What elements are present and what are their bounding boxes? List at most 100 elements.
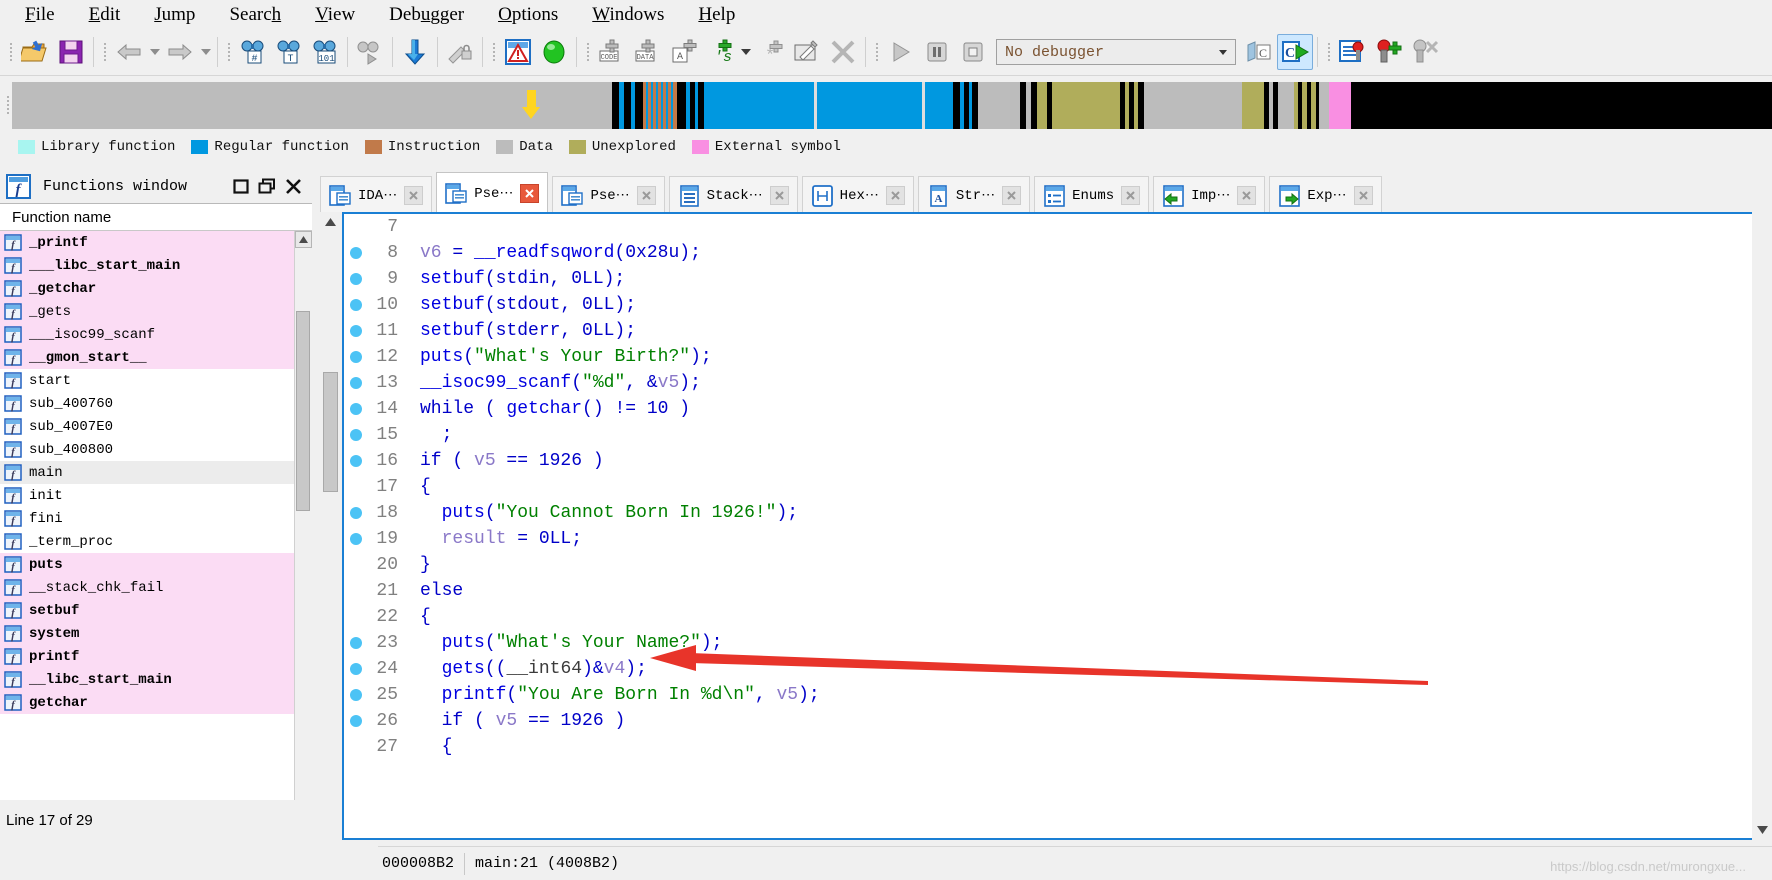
tab-close-icon[interactable] xyxy=(520,184,540,203)
pseudocode-gutter-row[interactable]: 26 xyxy=(344,708,406,734)
breakpoint-dot-icon[interactable] xyxy=(350,507,362,519)
pseudocode-line[interactable] xyxy=(406,214,1752,240)
pseudocode-gutter-row[interactable]: 19 xyxy=(344,526,406,552)
function-list-item[interactable]: f ___libc_start_main xyxy=(0,254,294,277)
breakpoint-dot-icon[interactable] xyxy=(350,637,362,649)
breakpoint-dot-icon[interactable] xyxy=(350,377,362,389)
function-list-item[interactable]: f fini xyxy=(0,507,294,530)
pseudocode-gutter-row[interactable]: 9 xyxy=(344,266,406,292)
scroll-up-icon[interactable] xyxy=(320,212,340,232)
pseudocode-gutter-row[interactable]: 14 xyxy=(344,396,406,422)
green-circle-icon[interactable] xyxy=(536,34,572,70)
debugger-select[interactable]: No debugger xyxy=(996,39,1236,65)
pseudocode-gutter-row[interactable]: 25 xyxy=(344,682,406,708)
tab-close-icon[interactable] xyxy=(1353,186,1373,205)
breakpoint-dot-icon[interactable] xyxy=(350,455,362,467)
function-list-item[interactable]: f __gmon_start__ xyxy=(0,346,294,369)
function-list-item[interactable]: f start xyxy=(0,369,294,392)
menu-item-file[interactable]: File xyxy=(8,2,72,28)
breakpoint-dot-icon[interactable] xyxy=(350,299,362,311)
pseudocode-line[interactable]: else xyxy=(406,578,1752,604)
pseudocode-line[interactable]: ; xyxy=(406,422,1752,448)
make-code-icon[interactable]: CODE xyxy=(594,34,630,70)
navigator-band[interactable] xyxy=(12,81,1772,129)
pseudocode-gutter-row[interactable]: 11 xyxy=(344,318,406,344)
pseudocode-gutter-row[interactable]: 10 xyxy=(344,292,406,318)
function-list-item[interactable]: f setbuf xyxy=(0,599,294,622)
pseudocode-line[interactable]: } xyxy=(406,552,1752,578)
navigate-back-dropdown[interactable] xyxy=(147,35,162,69)
pseudocode-text-area[interactable]: 7 8 9 10 11 12 13 14 15 16 17 18 19 20 21 22 23 24 25 26 27 … xyxy=(342,212,1752,840)
pause-button[interactable] xyxy=(919,34,955,70)
decompile-c-icon[interactable]: C xyxy=(1241,34,1277,70)
pseudocode-gutter-row[interactable]: 18 xyxy=(344,500,406,526)
pseudocode-line[interactable]: v6 = __readfsqword(0x28u); xyxy=(406,240,1752,266)
scroll-down-icon[interactable] xyxy=(1752,820,1772,840)
breakpoint-dot-icon[interactable] xyxy=(350,715,362,727)
pseudocode-line[interactable]: puts("What's Your Name?"); xyxy=(406,630,1752,656)
menu-item-search[interactable]: Search xyxy=(212,2,298,28)
pseudocode-line[interactable]: puts("You Cannot Born In 1926!"); xyxy=(406,500,1752,526)
breakpoint-list-icon[interactable] xyxy=(1335,34,1371,70)
tab-close-icon[interactable] xyxy=(885,186,905,205)
open-file-button[interactable] xyxy=(17,34,53,70)
navigate-forward-dropdown[interactable] xyxy=(198,35,213,69)
view-tab[interactable]: Stack⋯ xyxy=(668,176,798,214)
function-list-item[interactable]: f _term_proc xyxy=(0,530,294,553)
pseudocode-line[interactable]: while ( getchar() != 10 ) xyxy=(406,396,1752,422)
pseudocode-gutter-row[interactable]: 15 xyxy=(344,422,406,448)
make-ascii-icon[interactable]: A xyxy=(666,34,702,70)
breakpoint-dot-icon[interactable] xyxy=(350,351,362,363)
function-list-item[interactable]: f init xyxy=(0,484,294,507)
undefine-icon[interactable] xyxy=(825,34,861,70)
breakpoint-dot-icon[interactable] xyxy=(350,663,362,675)
pseudocode-line[interactable]: if ( v5 == 1926 ) xyxy=(406,448,1752,474)
tab-close-icon[interactable] xyxy=(1237,186,1257,205)
breakpoint-dot-icon[interactable] xyxy=(350,533,362,545)
scroll-up-icon[interactable] xyxy=(295,231,312,248)
menu-item-view[interactable]: View xyxy=(298,2,372,28)
function-list-item[interactable]: f _gets xyxy=(0,300,294,323)
pseudocode-line[interactable]: { xyxy=(406,474,1752,500)
pseudocode-line[interactable]: result = 0LL; xyxy=(406,526,1752,552)
function-name-column-header[interactable]: Function name xyxy=(0,203,312,231)
breakpoint-dot-icon[interactable] xyxy=(350,325,362,337)
pseudocode-gutter-row[interactable]: 20 xyxy=(344,552,406,578)
function-list-item[interactable]: f __stack_chk_fail xyxy=(0,576,294,599)
pseudocode-gutter-row[interactable]: 27 xyxy=(344,734,406,760)
menu-item-windows[interactable]: Windows xyxy=(575,2,681,28)
pseudocode-gutter-row[interactable]: 16 xyxy=(344,448,406,474)
decompile-run-icon[interactable]: C xyxy=(1277,34,1313,70)
tab-close-icon[interactable] xyxy=(636,186,656,205)
search-next-icon[interactable] xyxy=(352,34,388,70)
search-text-icon[interactable]: T xyxy=(271,34,307,70)
add-breakpoint-icon[interactable] xyxy=(1371,34,1407,70)
stop-button[interactable] xyxy=(955,34,991,70)
pseudocode-gutter-row[interactable]: 22 xyxy=(344,604,406,630)
pseudocode-line[interactable]: setbuf(stderr, 0LL); xyxy=(406,318,1752,344)
delete-breakpoint-icon[interactable] xyxy=(1407,34,1443,70)
menu-item-options[interactable]: Options xyxy=(481,2,575,28)
make-data-icon[interactable]: DATA xyxy=(630,34,666,70)
pseudocode-line[interactable]: { xyxy=(406,604,1752,630)
pseudocode-right-scrollbar[interactable] xyxy=(1752,212,1772,840)
view-tab[interactable]: Hex⋯ xyxy=(801,176,914,214)
view-tab[interactable]: Enums xyxy=(1034,176,1150,214)
pseudocode-line[interactable]: gets((__int64)&v4); xyxy=(406,656,1752,682)
pseudocode-gutter-row[interactable]: 21 xyxy=(344,578,406,604)
function-list-item[interactable]: f system xyxy=(0,622,294,645)
pseudocode-left-scrollbar[interactable] xyxy=(320,212,342,840)
edit-item-icon[interactable] xyxy=(789,34,825,70)
lock-pen-icon[interactable] xyxy=(442,34,478,70)
function-list-item[interactable]: f printf xyxy=(0,645,294,668)
view-tab[interactable]: IDA⋯ xyxy=(320,176,433,214)
breakpoint-dot-icon[interactable] xyxy=(350,273,362,285)
view-tab[interactable]: Pse⋯ xyxy=(436,172,549,214)
function-list-item[interactable]: f ___isoc99_scanf xyxy=(0,323,294,346)
make-struct-icon[interactable]: 's' xyxy=(702,34,738,70)
restore-window-icon[interactable] xyxy=(254,175,280,199)
search-binary-icon[interactable]: 101 xyxy=(307,34,343,70)
pseudocode-line[interactable]: printf("You Are Born In %d\n", v5); xyxy=(406,682,1752,708)
menu-item-edit[interactable]: Edit xyxy=(72,2,138,28)
function-list-item[interactable]: f main xyxy=(0,461,294,484)
